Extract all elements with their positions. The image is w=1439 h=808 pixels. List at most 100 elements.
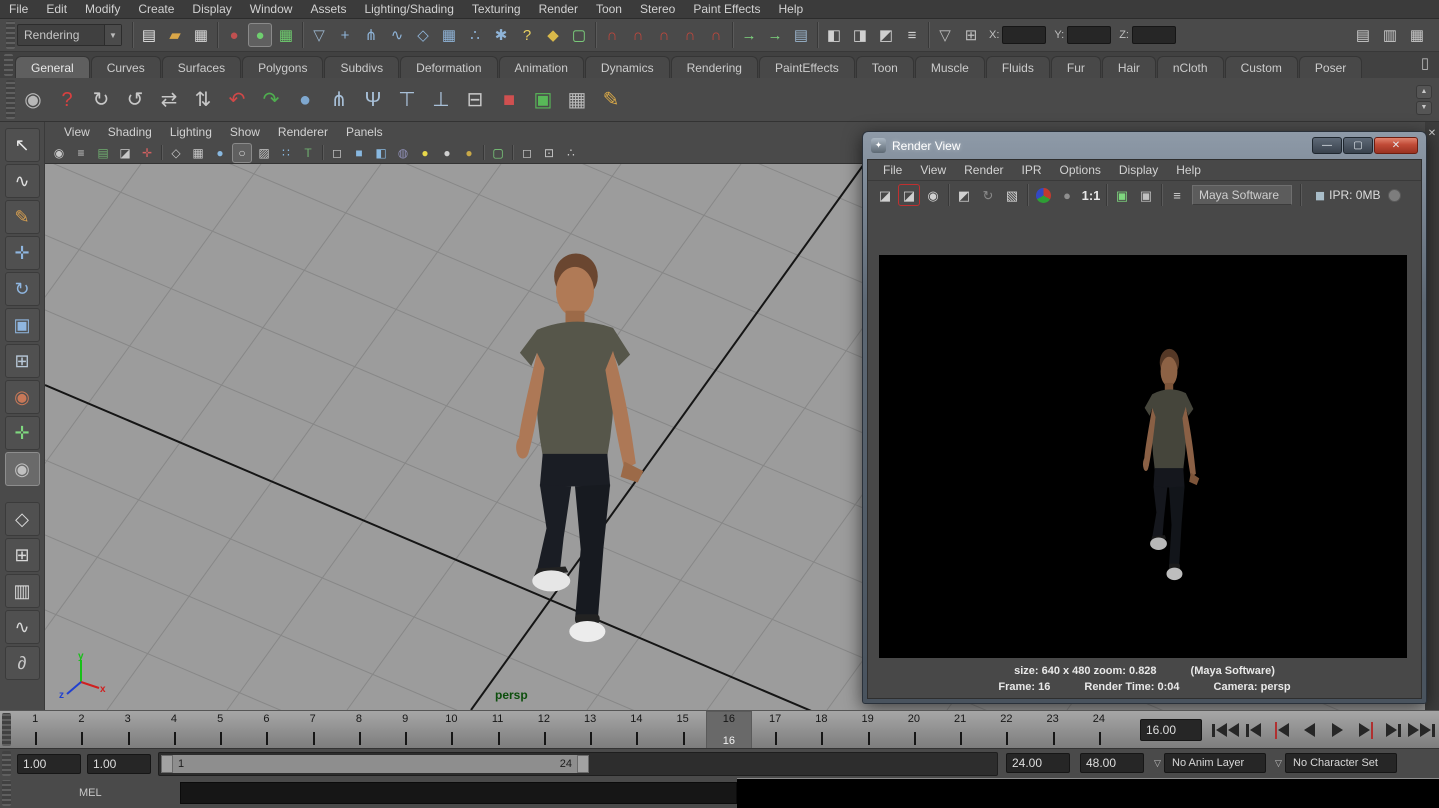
timeline-frame[interactable]: 18 bbox=[798, 711, 844, 749]
select-curves-mask-icon[interactable]: ∿ bbox=[385, 23, 409, 47]
panel-menu-renderer[interactable]: Renderer bbox=[269, 123, 337, 141]
character-model[interactable] bbox=[480, 242, 670, 662]
range-start-handle[interactable] bbox=[161, 755, 173, 773]
four-pane-layout-button[interactable]: ⊞ bbox=[5, 538, 40, 572]
character-set-selector[interactable]: No Character Set bbox=[1285, 753, 1397, 773]
menu-stereo[interactable]: Stereo bbox=[631, 0, 684, 18]
render-current-frame-icon[interactable]: ◪ bbox=[874, 184, 896, 206]
shaded-mode-icon[interactable]: ■ bbox=[349, 143, 369, 163]
panel-menu-shading[interactable]: Shading bbox=[99, 123, 161, 141]
show-attribute-editor-icon[interactable]: ▤ bbox=[1351, 23, 1375, 47]
timeline-frame[interactable]: 9 bbox=[382, 711, 428, 749]
timeline-frame[interactable]: 6 bbox=[243, 711, 289, 749]
timeline-frame[interactable]: 2 bbox=[58, 711, 104, 749]
lattice-icon[interactable]: ▦ bbox=[561, 84, 593, 116]
menu-file[interactable]: File bbox=[0, 0, 37, 18]
maximize-button[interactable]: ▢ bbox=[1343, 137, 1373, 154]
camera-bookmarks-icon[interactable]: ▤ bbox=[93, 143, 113, 163]
select-component-mode-icon[interactable]: ▣ bbox=[527, 84, 559, 116]
default-shade-icon[interactable]: ○ bbox=[232, 143, 252, 163]
select-by-hierarchy-icon[interactable]: ● bbox=[222, 23, 246, 47]
script-output-field[interactable] bbox=[737, 778, 1439, 808]
hypergraph-icon[interactable]: ⊟ bbox=[459, 84, 491, 116]
camera-dolly-tool-icon[interactable]: ⇅ bbox=[187, 84, 219, 116]
lasso-tool-icon[interactable]: ∿ bbox=[5, 164, 40, 198]
select-by-object-icon[interactable]: ● bbox=[248, 23, 272, 47]
white-light-icon[interactable]: ● bbox=[437, 143, 457, 163]
timeline-frame[interactable]: 11 bbox=[475, 711, 521, 749]
renderer-dropdown[interactable]: Maya Software bbox=[1192, 185, 1292, 205]
alpha-channel-icon[interactable]: ● bbox=[1056, 184, 1078, 206]
menu-modify[interactable]: Modify bbox=[76, 0, 129, 18]
menu-texturing[interactable]: Texturing bbox=[463, 0, 530, 18]
render-current-frame-icon[interactable]: ◨ bbox=[848, 23, 872, 47]
coords-menu-icon[interactable]: ▽ bbox=[933, 23, 957, 47]
select-tool-icon[interactable]: ↖ bbox=[5, 128, 40, 162]
shelf-tab-curves[interactable]: Curves bbox=[91, 56, 161, 78]
current-time-field[interactable] bbox=[1140, 719, 1202, 741]
keep-image-icon[interactable]: ▣ bbox=[1111, 184, 1133, 206]
input-connections-icon[interactable]: → bbox=[737, 23, 761, 47]
snap-to-grids-icon[interactable]: ∩ bbox=[600, 23, 624, 47]
render-settings-icon[interactable]: ≡ bbox=[900, 23, 924, 47]
command-language-toggle[interactable]: MEL bbox=[79, 787, 102, 799]
make-object-live-icon[interactable]: ▤ bbox=[789, 23, 813, 47]
menu-assets[interactable]: Assets bbox=[301, 0, 355, 18]
shelf-tab-surfaces[interactable]: Surfaces bbox=[162, 56, 241, 78]
timeline-frame[interactable]: 17 bbox=[752, 711, 798, 749]
select-by-component-icon[interactable]: ▦ bbox=[274, 23, 298, 47]
shelf-delete-icon[interactable]: ▯ bbox=[1413, 51, 1437, 75]
menuset-dropdown[interactable]: Rendering ▼ bbox=[17, 24, 122, 46]
open-render-view-icon[interactable]: ◧ bbox=[822, 23, 846, 47]
show-channel-box-icon[interactable]: ▦ bbox=[1405, 23, 1429, 47]
timeline-frame[interactable]: 5 bbox=[197, 711, 243, 749]
film-gate-icon[interactable]: ▦ bbox=[188, 143, 208, 163]
show-manipulator-tool-icon[interactable]: ✛ bbox=[5, 416, 40, 450]
render-settings-icon[interactable]: ≡ bbox=[1166, 184, 1188, 206]
rv-menu-view[interactable]: View bbox=[911, 161, 955, 179]
select-surfaces-mask-icon[interactable]: ◇ bbox=[411, 23, 435, 47]
shelf-tab-muscle[interactable]: Muscle bbox=[915, 56, 985, 78]
xray-mode-icon[interactable]: ▨ bbox=[254, 143, 274, 163]
set-selection-mask-menu-icon[interactable]: ▽ bbox=[307, 23, 331, 47]
ipr-render-icon[interactable]: ◩ bbox=[874, 23, 898, 47]
timeline-frame[interactable]: 7 bbox=[290, 711, 336, 749]
go-to-start-button[interactable] bbox=[1212, 717, 1239, 743]
shelf-tab-subdivs[interactable]: Subdivs bbox=[324, 56, 399, 78]
select-dynamics-mask-icon[interactable]: ∴ bbox=[463, 23, 487, 47]
animation-start-field[interactable] bbox=[17, 754, 81, 774]
timeline-frame[interactable]: 4 bbox=[151, 711, 197, 749]
rendered-image-area[interactable] bbox=[879, 255, 1407, 658]
rv-menu-ipr[interactable]: IPR bbox=[1013, 161, 1051, 179]
output-connections-icon[interactable]: → bbox=[763, 23, 787, 47]
shelf-tab-hair[interactable]: Hair bbox=[1102, 56, 1156, 78]
play-backwards-button[interactable] bbox=[1296, 717, 1323, 743]
shelf-tab-fluids[interactable]: Fluids bbox=[986, 56, 1050, 78]
paint-selection-tool-icon[interactable]: ✎ bbox=[5, 200, 40, 234]
menu-window[interactable]: Window bbox=[241, 0, 302, 18]
menu-display[interactable]: Display bbox=[183, 0, 240, 18]
close-icon[interactable]: ✕ bbox=[1428, 128, 1436, 710]
image-plane-icon[interactable]: ◪ bbox=[115, 143, 135, 163]
isolate-select-icon[interactable]: ▢ bbox=[488, 143, 508, 163]
panel-menu-show[interactable]: Show bbox=[221, 123, 269, 141]
minimize-button[interactable]: — bbox=[1312, 137, 1342, 154]
shelf-tab-dynamics[interactable]: Dynamics bbox=[585, 56, 670, 78]
redo-previous-render-icon[interactable]: ◪ bbox=[898, 184, 920, 206]
rotate-tool-icon[interactable]: ↻ bbox=[5, 272, 40, 306]
timeline-frame[interactable]: 16 bbox=[706, 711, 752, 749]
close-button[interactable]: ✕ bbox=[1374, 137, 1418, 154]
timeline-frame[interactable]: 8 bbox=[336, 711, 382, 749]
textured-mode-icon[interactable]: ◧ bbox=[371, 143, 391, 163]
select-misc-mask-icon[interactable]: ? bbox=[515, 23, 539, 47]
relative-cluster-icon[interactable]: Ψ bbox=[357, 84, 389, 116]
shelf-tab-polygons[interactable]: Polygons bbox=[242, 56, 323, 78]
camera-track-tool-icon[interactable]: ⇄ bbox=[153, 84, 185, 116]
camera-pivot-tool-icon[interactable]: ↺ bbox=[119, 84, 151, 116]
shelf-tab-ncloth[interactable]: nCloth bbox=[1157, 56, 1224, 78]
shelf-tab-toon[interactable]: Toon bbox=[856, 56, 914, 78]
timeline-frame[interactable]: 1 bbox=[12, 711, 58, 749]
vertex-normals-icon[interactable]: ∷ bbox=[276, 143, 296, 163]
gold-light-icon[interactable]: ● bbox=[459, 143, 479, 163]
panel-menu-view[interactable]: View bbox=[55, 123, 99, 141]
